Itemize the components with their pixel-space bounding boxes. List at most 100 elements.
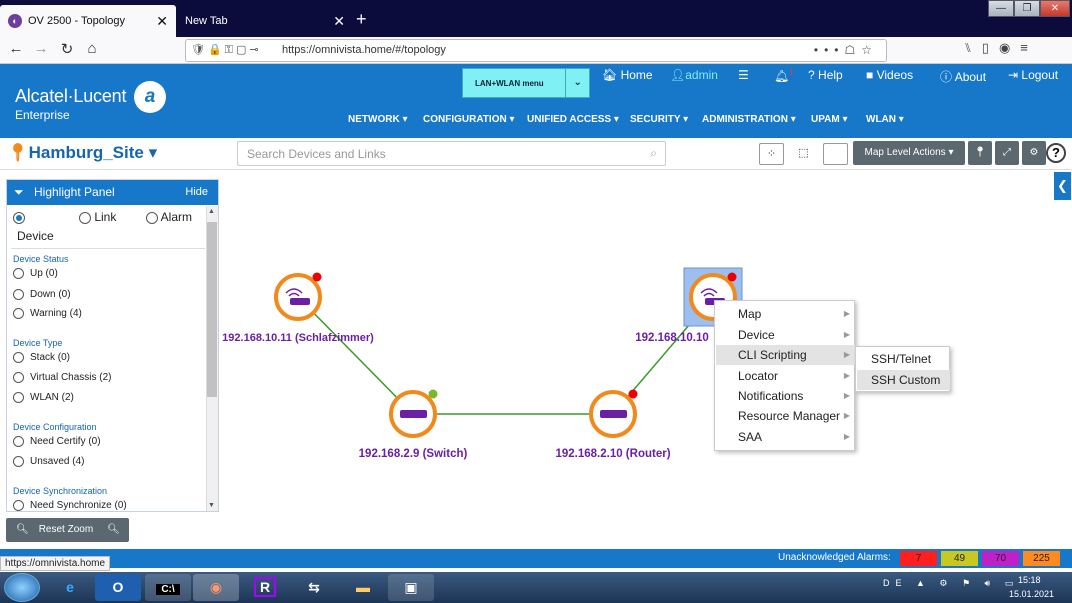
nav-unified-access[interactable]: UNIFIED ACCESS ▾ bbox=[527, 114, 619, 125]
chevron-left-icon[interactable]: ❮ bbox=[1054, 172, 1071, 200]
scrollbar-thumb[interactable] bbox=[207, 222, 217, 397]
divider bbox=[11, 248, 205, 249]
link-schlafzimmer-switch[interactable] bbox=[297, 296, 414, 415]
notifications-bell-icon[interactable]: 🔔︎1 bbox=[774, 68, 794, 83]
nav-network[interactable]: NETWORK ▾ bbox=[348, 114, 407, 125]
zoom-out-icon[interactable]: 🔍︎ bbox=[6, 524, 39, 535]
nav-administration[interactable]: ADMINISTRATION ▾ bbox=[702, 114, 796, 125]
option-stack[interactable]: Stack (0) bbox=[13, 352, 70, 363]
fullscreen-icon[interactable]: ⤢ bbox=[995, 141, 1019, 165]
help-button[interactable]: ? bbox=[1046, 143, 1066, 163]
tab-close-icon[interactable]: ✕ bbox=[156, 13, 168, 30]
nav-upam[interactable]: UPAM ▾ bbox=[811, 114, 848, 125]
option-unsaved[interactable]: Unsaved (4) bbox=[13, 456, 84, 467]
device-node-schlafzimmer[interactable] bbox=[274, 272, 322, 321]
chevron-down-icon[interactable]: ⌄ bbox=[565, 69, 589, 97]
alarm-count-major[interactable]: 49 bbox=[941, 551, 978, 566]
language-indicator: DE bbox=[883, 578, 908, 588]
firefox-icon[interactable]: ◉ bbox=[193, 574, 239, 601]
library-icon[interactable]: ⑊▯◉≡ bbox=[964, 40, 1038, 56]
home-icon[interactable]: ⌂ bbox=[81, 40, 103, 57]
tab-close-icon[interactable]: ✕ bbox=[333, 13, 345, 30]
menu-item-cli-scripting[interactable]: CLI Scripting ▶ bbox=[716, 345, 855, 365]
file-explorer-icon[interactable]: ▬ bbox=[340, 574, 386, 601]
user-link[interactable]: 👤︎admin bbox=[670, 68, 718, 82]
device-node-router[interactable] bbox=[589, 389, 638, 438]
window-close-button[interactable]: ✕ bbox=[1040, 0, 1070, 17]
map-pin-icon[interactable]: 📍︎ bbox=[968, 141, 992, 165]
address-bar[interactable]: 🛡🔒⚿▢⊸ https://omnivista.home/#/topology … bbox=[185, 39, 887, 62]
checkbox-icon[interactable] bbox=[823, 143, 848, 165]
logout-link[interactable]: ⇥ Logout bbox=[1008, 68, 1058, 82]
tab-new-tab[interactable]: New Tab ✕ bbox=[177, 5, 353, 37]
clock-date[interactable]: 15.01.2021 bbox=[1009, 589, 1054, 599]
r-app-icon[interactable]: R bbox=[242, 574, 288, 601]
menu-item-resource-manager[interactable]: Resource Manager ▶ bbox=[716, 406, 855, 426]
mode-device-radio[interactable] bbox=[13, 210, 25, 224]
mode-link-radio[interactable]: Link bbox=[79, 210, 116, 224]
home-link[interactable]: 🏠︎ Home bbox=[602, 68, 653, 82]
submenu-item-ssh-telnet[interactable]: SSH/Telnet bbox=[857, 349, 950, 369]
status-dot-red bbox=[727, 272, 737, 282]
gear-icon[interactable]: ⚙ bbox=[1022, 141, 1046, 165]
list-menu-icon[interactable]: ☰ bbox=[738, 68, 749, 82]
menu-item-device[interactable]: Device ▶ bbox=[716, 325, 855, 345]
clock-time[interactable]: 15:18 bbox=[1018, 575, 1041, 585]
alarm-count-critical[interactable]: 7 bbox=[900, 551, 937, 566]
topology-layout-icon[interactable]: ⁘ bbox=[759, 143, 784, 165]
system-tray[interactable]: DE ▲ ⚙ ⚑ 🔊︎ ▭ bbox=[883, 578, 1019, 589]
nav-configuration[interactable]: CONFIGURATION ▾ bbox=[423, 114, 515, 125]
scroll-down-arrow-icon[interactable]: ▼ bbox=[208, 502, 215, 509]
option-down[interactable]: Down (0) bbox=[13, 289, 71, 300]
lan-wlan-menu-button[interactable]: LAN+WLAN menu ⌄ bbox=[462, 68, 590, 98]
map-level-actions-button[interactable]: Map Level Actions ▾ bbox=[853, 141, 965, 165]
outlook-icon[interactable]: O bbox=[95, 574, 141, 601]
maximize-button[interactable]: ❐ bbox=[1014, 0, 1040, 17]
back-arrow-icon[interactable]: ← bbox=[5, 40, 27, 57]
location-pin-icon: 📍︎ bbox=[7, 143, 29, 162]
option-virtual-chassis[interactable]: Virtual Chassis (2) bbox=[13, 372, 112, 383]
nav-security[interactable]: SECURITY ▾ bbox=[630, 114, 688, 125]
menu-item-map[interactable]: Map ▶ bbox=[716, 304, 855, 324]
command-prompt-icon[interactable]: C:\ bbox=[145, 574, 191, 601]
page-actions-icon[interactable]: •••☖☆ bbox=[814, 40, 878, 61]
reset-zoom-button[interactable]: 🔍︎ Reset Zoom 🔍︎ bbox=[6, 518, 129, 542]
search-icon[interactable]: ⌕ bbox=[650, 146, 657, 161]
scroll-up-arrow-icon[interactable]: ▲ bbox=[208, 208, 215, 215]
option-need-certify[interactable]: Need Certify (0) bbox=[13, 436, 101, 447]
option-wlan[interactable]: WLAN (2) bbox=[13, 392, 74, 403]
minimize-button[interactable]: — bbox=[988, 0, 1014, 17]
remote-desktop-icon[interactable]: ▣ bbox=[388, 574, 434, 601]
alarm-count-warning[interactable]: 225 bbox=[1023, 551, 1060, 566]
help-link[interactable]: ? Help bbox=[808, 68, 843, 82]
menu-item-saa[interactable]: SAA ▶ bbox=[716, 427, 855, 447]
submenu-item-ssh-custom[interactable]: SSH Custom bbox=[857, 370, 950, 390]
nav-wlan[interactable]: WLAN ▾ bbox=[866, 114, 904, 125]
new-tab-plus-icon[interactable]: + bbox=[356, 9, 367, 30]
browser-toolbar: ← → ↻ ⌂ 🛡🔒⚿▢⊸ https://omnivista.home/#/t… bbox=[0, 37, 1072, 64]
tab-ov2500-topology[interactable]: ◐ OV 2500 - Topology ✕ bbox=[0, 5, 176, 37]
menu-item-notifications[interactable]: Notifications ▶ bbox=[716, 386, 855, 406]
zoom-in-icon[interactable]: 🔍︎ bbox=[93, 524, 120, 535]
device-node-switch[interactable] bbox=[389, 389, 438, 438]
menu-item-locator[interactable]: Locator ▶ bbox=[716, 366, 855, 386]
internet-explorer-icon[interactable]: e bbox=[47, 574, 93, 601]
option-warning[interactable]: Warning (4) bbox=[13, 308, 82, 319]
select-region-icon[interactable]: ⬚ bbox=[791, 143, 816, 165]
videos-link[interactable]: ■ Videos bbox=[866, 68, 913, 82]
option-need-synchronize[interactable]: Need Synchronize (0) bbox=[13, 500, 127, 511]
start-button[interactable] bbox=[4, 573, 40, 602]
reload-icon[interactable]: ↻ bbox=[56, 40, 78, 58]
option-up[interactable]: Up (0) bbox=[13, 268, 58, 279]
forward-arrow-icon[interactable]: → bbox=[30, 40, 52, 57]
search-input[interactable]: Search Devices and Links ⌕ bbox=[237, 141, 666, 166]
network-app-icon[interactable]: ⇆ bbox=[291, 574, 337, 601]
switch-device-icon bbox=[400, 410, 427, 418]
switch-device-icon bbox=[600, 410, 627, 418]
site-security-icon[interactable]: 🛡🔒⚿▢⊸ bbox=[191, 40, 262, 61]
site-selector[interactable]: 📍︎Hamburg_Site ▾ bbox=[7, 143, 157, 163]
hide-button[interactable]: Hide bbox=[185, 180, 208, 205]
about-link[interactable]: ⓘ About bbox=[940, 68, 986, 85]
alarm-count-minor[interactable]: 70 bbox=[982, 551, 1019, 566]
mode-alarm-radio[interactable]: Alarm bbox=[146, 210, 192, 224]
